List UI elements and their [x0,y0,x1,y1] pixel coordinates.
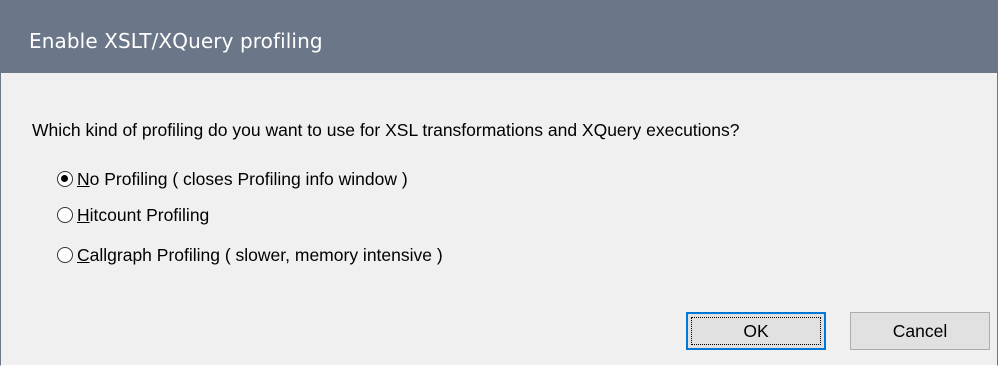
radio-label-no-profiling[interactable]: No Profiling ( closes Profiling info win… [77,169,408,190]
dialog-title: Enable XSLT/XQuery profiling [29,29,323,53]
radio-button[interactable] [57,247,73,263]
radio-button[interactable] [57,207,73,223]
cancel-button-label: Cancel [892,320,948,341]
profiling-dialog: Enable XSLT/XQuery profiling Which kind … [0,0,998,366]
radio-button-checked[interactable] [57,171,73,187]
radio-callgraph-profiling[interactable]: Callgraph Profiling ( slower, memory int… [57,243,443,267]
ok-button[interactable]: OK [686,312,826,350]
radio-label-hitcount-profiling[interactable]: Hitcount Profiling [77,205,209,226]
title-bar[interactable]: Enable XSLT/XQuery profiling [1,0,997,73]
radio-no-profiling[interactable]: No Profiling ( closes Profiling info win… [57,167,408,191]
radio-label-callgraph-profiling[interactable]: Callgraph Profiling ( slower, memory int… [77,245,443,266]
question-text: Which kind of profiling do you want to u… [32,120,740,140]
focus-rectangle [691,317,821,345]
cancel-button[interactable]: Cancel [850,312,990,350]
radio-hitcount-profiling[interactable]: Hitcount Profiling [57,203,209,227]
